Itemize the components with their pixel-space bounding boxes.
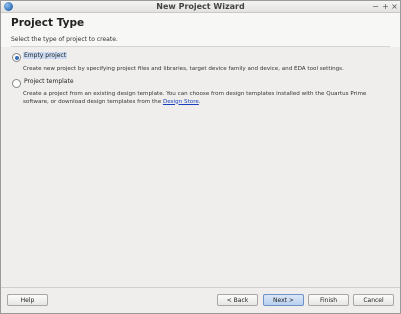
empty-project-label[interactable]: Empty project	[23, 52, 68, 59]
help-button[interactable]: Help	[7, 294, 48, 306]
project-template-description: Create a project from an existing design…	[23, 91, 366, 106]
window-title: New Project Wizard	[156, 2, 245, 11]
project-template-description-line1: Create a project from an existing design…	[23, 91, 367, 97]
description-period: .	[198, 98, 201, 105]
project-template-radio[interactable]	[12, 79, 21, 88]
close-button[interactable]: ×	[390, 1, 399, 12]
design-store-link[interactable]: Design Store	[163, 99, 199, 105]
header-divider	[11, 46, 390, 47]
description-text: software, or download design templates f…	[23, 98, 163, 105]
cancel-button[interactable]: Cancel	[353, 294, 394, 306]
back-button[interactable]: < Back	[217, 294, 258, 306]
maximize-button[interactable]: +	[381, 1, 390, 12]
empty-project-radio[interactable]	[12, 53, 21, 62]
minimize-button[interactable]: −	[371, 1, 380, 12]
wizard-window: New Project Wizard − + × Project Type Se…	[0, 0, 401, 314]
project-template-label[interactable]: Project template	[23, 78, 75, 85]
page-subtitle: Select the type of project to create.	[11, 36, 118, 43]
page-title: Project Type	[11, 17, 85, 29]
title-bar: New Project Wizard − + ×	[1, 1, 400, 13]
finish-button[interactable]: Finish	[308, 294, 349, 306]
project-template-description-line2: software, or download design templates f…	[23, 99, 366, 107]
next-button[interactable]: Next >	[263, 294, 304, 306]
footer-divider	[1, 287, 400, 288]
empty-project-description: Create new project by specifying project…	[23, 66, 344, 72]
